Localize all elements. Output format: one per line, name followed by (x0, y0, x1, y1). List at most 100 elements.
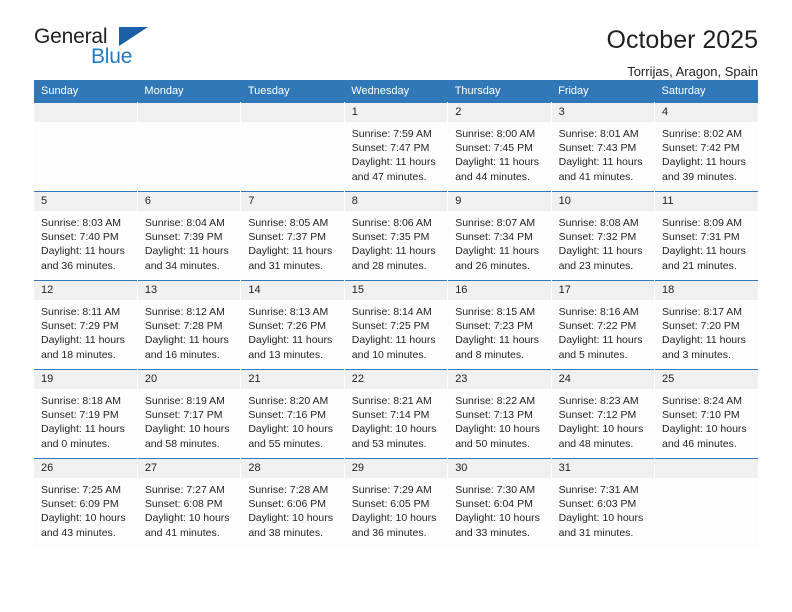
weekday-header-saturday: Saturday (654, 80, 758, 103)
sunset-text: Sunset: 7:40 PM (41, 231, 119, 244)
daylight-text-line1: Daylight: 11 hours (144, 334, 229, 347)
logo-text-blue: Blue (91, 45, 133, 68)
calendar-day-cell[interactable]: 3 Sunrise: 8:01 AM Sunset: 7:43 PM Daylight… (551, 102, 656, 192)
day-number: 28 (241, 459, 344, 478)
day-number (241, 103, 344, 122)
calendar-day-cell[interactable]: 10 Sunrise: 8:08 AM Sunset: 7:32 PM Dayligh… (551, 191, 656, 281)
calendar-day-cell[interactable]: 26 Sunrise: 7:25 AM Sunset: 6:09 PM Dayligh… (34, 458, 138, 548)
calendar-day-cell[interactable]: 19 Sunrise: 8:18 AM Sunset: 7:19 PM Dayligh… (34, 369, 138, 459)
calendar-day-cell[interactable]: 24 Sunrise: 8:23 AM Sunset: 7:12 PM Dayligh… (551, 369, 656, 459)
day-number: 19 (34, 370, 137, 389)
daylight-text-line1: Daylight: 11 hours (41, 245, 125, 258)
calendar-day-cell[interactable]: 5 Sunrise: 8:03 AM Sunset: 7:40 PM Daylight… (34, 191, 138, 281)
sunrise-sunset-calendar: Sunday Monday Tuesday Wednesday Thursday… (34, 80, 758, 548)
calendar-day-cell[interactable]: 17 Sunrise: 8:16 AM Sunset: 7:22 PM Dayligh… (551, 280, 656, 370)
daylight-text-line2: and 13 minutes. (248, 348, 324, 361)
calendar-day-cell[interactable]: 14 Sunrise: 8:13 AM Sunset: 7:26 PM Dayligh… (240, 280, 345, 370)
daylight-text-line2: and 16 minutes. (144, 348, 220, 361)
day-number (137, 103, 241, 122)
daylight-text-line1: Daylight: 11 hours (455, 245, 540, 258)
calendar-day-cell[interactable]: 25 Sunrise: 8:24 AM Sunset: 7:10 PM Dayligh… (654, 369, 758, 459)
calendar-day-cell[interactable]: 23 Sunrise: 8:22 AM Sunset: 7:13 PM Dayligh… (447, 369, 552, 459)
sunset-text: Sunset: 6:03 PM (558, 498, 637, 511)
calendar-day-cell[interactable]: 12 Sunrise: 8:11 AM Sunset: 7:29 PM Dayligh… (34, 280, 138, 370)
daylight-text-line1: Daylight: 11 hours (144, 245, 229, 258)
sunrise-text: Sunrise: 7:25 AM (41, 484, 121, 496)
calendar-day-cell[interactable]: 20 Sunrise: 8:19 AM Sunset: 7:17 PM Dayligh… (137, 369, 242, 459)
daylight-text-line2: and 47 minutes. (351, 170, 427, 183)
sunrise-text: Sunrise: 8:06 AM (351, 217, 432, 229)
page-title: October 2025 (606, 26, 759, 54)
calendar-day-cell[interactable]: 8 Sunrise: 8:06 AM Sunset: 7:35 PM Daylight… (344, 191, 449, 281)
day-details: Sunrise: 8:19 AM Sunset: 7:17 PM Daylight:… (138, 389, 240, 451)
calendar-day-cell[interactable]: 16 Sunrise: 8:15 AM Sunset: 7:23 PM Dayligh… (447, 280, 552, 370)
calendar-week-row: 5 Sunrise: 8:03 AM Sunset: 7:40 PM Daylight… (34, 191, 758, 281)
sunset-text: Sunset: 7:20 PM (662, 320, 740, 333)
day-number: 24 (551, 370, 655, 389)
day-number: 5 (34, 192, 137, 211)
day-details: Sunrise: 8:13 AM Sunset: 7:26 PM Daylight:… (241, 300, 343, 362)
day-details: Sunrise: 7:31 AM Sunset: 6:03 PM Daylight:… (552, 478, 654, 540)
sunrise-text: Sunrise: 8:17 AM (662, 306, 742, 318)
daylight-text-line1: Daylight: 10 hours (41, 512, 126, 525)
calendar-day-cell[interactable]: 30 Sunrise: 7:30 AM Sunset: 6:04 PM Dayligh… (447, 458, 552, 548)
calendar-day-cell[interactable]: 18 Sunrise: 8:17 AM Sunset: 7:20 PM Dayligh… (654, 280, 758, 370)
day-details: Sunrise: 8:06 AM Sunset: 7:35 PM Daylight:… (345, 211, 447, 273)
calendar-day-cell[interactable]: 11 Sunrise: 8:09 AM Sunset: 7:31 PM Dayligh… (654, 191, 758, 281)
sunset-text: Sunset: 7:34 PM (455, 231, 533, 244)
calendar-day-cell[interactable]: 31 Sunrise: 7:31 AM Sunset: 6:03 PM Dayligh… (551, 458, 656, 548)
weekday-header-tuesday: Tuesday (240, 80, 345, 103)
calendar-day-cell[interactable]: 2 Sunrise: 8:00 AM Sunset: 7:45 PM Daylight… (447, 102, 552, 192)
daylight-text-line2: and 3 minutes. (662, 348, 731, 361)
daylight-text-line2: and 38 minutes. (248, 526, 324, 539)
daylight-text-line2: and 23 minutes. (558, 259, 634, 272)
calendar-day-cell[interactable]: 27 Sunrise: 7:27 AM Sunset: 6:08 PM Dayligh… (137, 458, 242, 548)
day-number: 4 (655, 103, 758, 122)
calendar-day-cell-empty (34, 102, 138, 192)
calendar-day-cell[interactable]: 9 Sunrise: 8:07 AM Sunset: 7:34 PM Daylight… (447, 191, 552, 281)
sunrise-text: Sunrise: 7:28 AM (248, 484, 329, 496)
day-details: Sunrise: 8:12 AM Sunset: 7:28 PM Daylight:… (138, 300, 240, 362)
day-number: 23 (448, 370, 551, 389)
daylight-text-line1: Daylight: 11 hours (558, 334, 643, 347)
daylight-text-line1: Daylight: 11 hours (558, 156, 643, 169)
day-number: 31 (551, 459, 655, 478)
daylight-text-line2: and 18 minutes. (41, 348, 116, 361)
daylight-text-line2: and 33 minutes. (455, 526, 530, 539)
daylight-text-line2: and 21 minutes. (662, 259, 737, 272)
daylight-text-line1: Daylight: 11 hours (351, 334, 436, 347)
weekday-header-row: Sunday Monday Tuesday Wednesday Thursday… (34, 80, 758, 103)
calendar-day-cell-empty (654, 458, 758, 548)
location-subtitle: Torrijas, Aragon, Spain (627, 63, 758, 79)
sunrise-text: Sunrise: 8:02 AM (662, 128, 742, 140)
day-number: 6 (137, 192, 241, 211)
sunrise-text: Sunrise: 8:14 AM (351, 306, 432, 318)
sunset-text: Sunset: 7:26 PM (248, 320, 326, 333)
daylight-text-line2: and 36 minutes. (351, 526, 427, 539)
calendar-day-cell[interactable]: 7 Sunrise: 8:05 AM Sunset: 7:37 PM Daylight… (240, 191, 345, 281)
day-details: Sunrise: 7:28 AM Sunset: 6:06 PM Daylight:… (241, 478, 343, 540)
day-details: Sunrise: 8:14 AM Sunset: 7:25 PM Daylight:… (345, 300, 447, 362)
calendar-day-cell[interactable]: 1 Sunrise: 7:59 AM Sunset: 7:47 PM Daylight… (344, 102, 449, 192)
daylight-text-line2: and 10 minutes. (351, 348, 427, 361)
day-number: 26 (34, 459, 137, 478)
calendar-day-cell[interactable]: 13 Sunrise: 8:12 AM Sunset: 7:28 PM Dayligh… (137, 280, 242, 370)
calendar-day-cell[interactable]: 29 Sunrise: 7:29 AM Sunset: 6:05 PM Dayligh… (344, 458, 449, 548)
sunset-text: Sunset: 6:06 PM (248, 498, 326, 511)
daylight-text-line1: Daylight: 11 hours (41, 334, 125, 347)
calendar-day-cell[interactable]: 4 Sunrise: 8:02 AM Sunset: 7:42 PM Daylight… (654, 102, 758, 192)
day-number: 11 (655, 192, 758, 211)
calendar-day-cell[interactable]: 22 Sunrise: 8:21 AM Sunset: 7:14 PM Dayligh… (344, 369, 449, 459)
day-number: 21 (241, 370, 344, 389)
calendar-day-cell[interactable]: 15 Sunrise: 8:14 AM Sunset: 7:25 PM Dayligh… (344, 280, 449, 370)
general-blue-logo[interactable]: General Blue (34, 26, 184, 72)
weekday-header-friday: Friday (551, 80, 655, 103)
calendar-day-cell[interactable]: 6 Sunrise: 8:04 AM Sunset: 7:39 PM Daylight… (137, 191, 242, 281)
day-details: Sunrise: 8:07 AM Sunset: 7:34 PM Daylight:… (448, 211, 550, 273)
day-number (34, 103, 137, 122)
day-details: Sunrise: 7:27 AM Sunset: 6:08 PM Daylight:… (138, 478, 240, 540)
calendar-day-cell[interactable]: 21 Sunrise: 8:20 AM Sunset: 7:16 PM Dayligh… (240, 369, 345, 459)
daylight-text-line1: Daylight: 11 hours (351, 156, 436, 169)
calendar-day-cell[interactable]: 28 Sunrise: 7:28 AM Sunset: 6:06 PM Dayligh… (240, 458, 345, 548)
day-number: 20 (137, 370, 241, 389)
